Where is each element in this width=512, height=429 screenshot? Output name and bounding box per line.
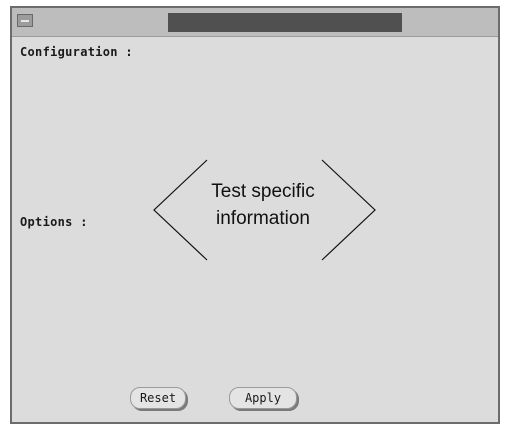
configuration-label: Configuration : xyxy=(20,45,133,59)
reset-button[interactable]: Reset xyxy=(130,387,186,409)
options-label: Options : xyxy=(20,215,88,229)
title-bar[interactable] xyxy=(12,8,498,37)
placeholder-line-1: Test specific xyxy=(211,181,315,202)
test-specific-info-placeholder: Test specific information xyxy=(188,178,338,232)
window-title xyxy=(168,13,402,32)
placeholder-line-2: information xyxy=(216,208,310,229)
dialog-window: Configuration : Options : Test specific … xyxy=(10,6,500,424)
apply-button[interactable]: Apply xyxy=(229,387,297,409)
window-menu-button[interactable] xyxy=(17,14,33,27)
